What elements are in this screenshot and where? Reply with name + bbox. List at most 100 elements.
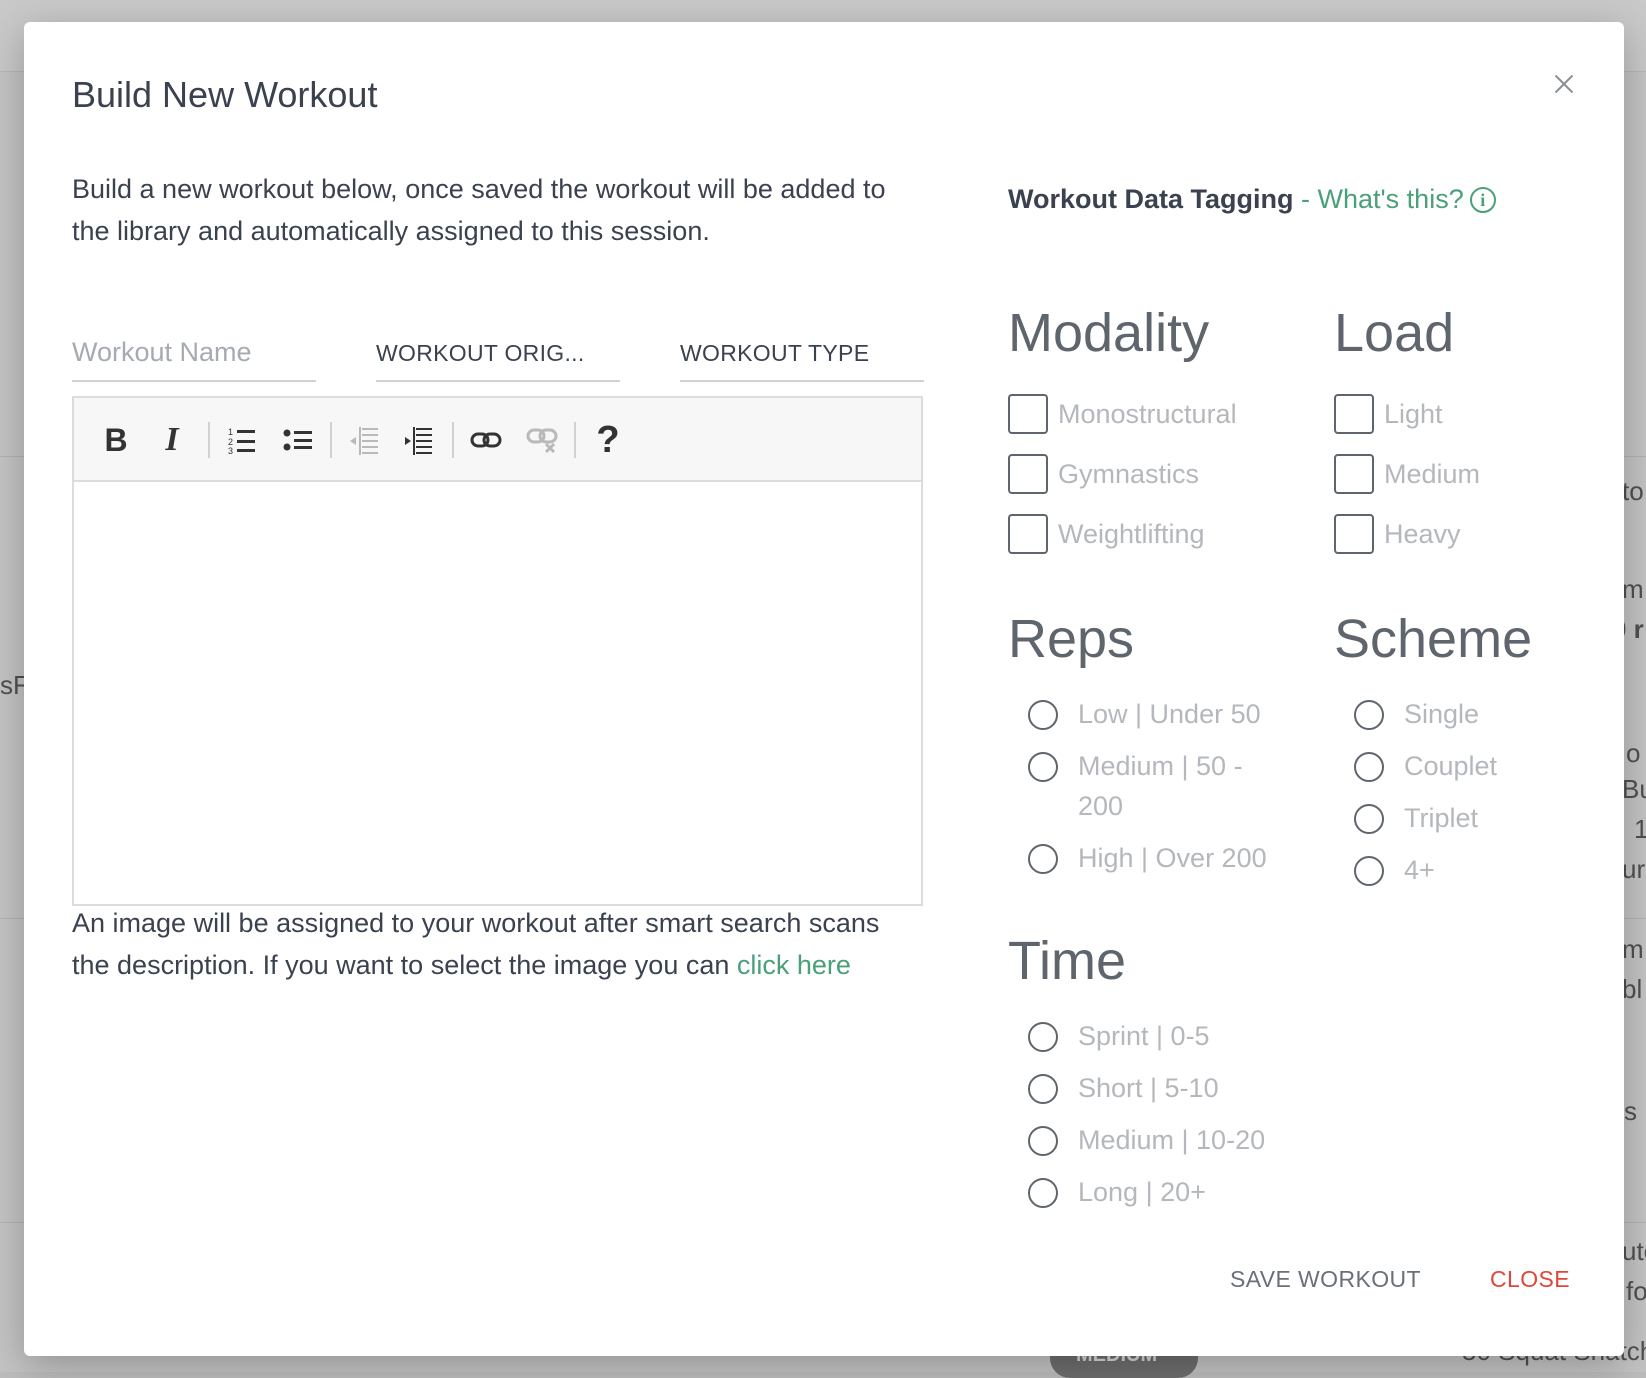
radio-circle: [1354, 804, 1384, 834]
tagging-header: Workout Data Tagging - What's this? i: [1008, 184, 1496, 215]
toolbar-divider: [330, 422, 332, 458]
radio-circle: [1028, 1022, 1058, 1052]
checkbox-heavy[interactable]: Heavy: [1334, 514, 1461, 554]
background-text: ute: [1622, 1236, 1646, 1266]
load-heading: Load: [1334, 303, 1455, 363]
svg-text:3: 3: [228, 446, 233, 455]
modality-heading: Modality: [1008, 303, 1210, 363]
checkbox-gymnastics[interactable]: Gymnastics: [1008, 454, 1199, 494]
svg-text:1: 1: [228, 427, 233, 437]
radio-label: Medium | 50 - 200: [1078, 751, 1243, 821]
radio-circle: [1028, 700, 1058, 730]
checkbox-label: Gymnastics: [1058, 458, 1200, 489]
checkbox-label: Monostructural: [1058, 398, 1237, 429]
checkbox-box: [1008, 514, 1048, 554]
background-text: 1: [1634, 814, 1646, 844]
background-text: s: [1624, 1096, 1637, 1126]
info-icon[interactable]: i: [1469, 187, 1496, 213]
time-heading: Time: [1008, 931, 1126, 991]
ordered-list-icon[interactable]: 123: [220, 418, 264, 462]
close-button[interactable]: CLOSE: [1490, 1266, 1570, 1293]
radio-label: Single: [1404, 699, 1480, 729]
whats-this-link[interactable]: What's this?: [1318, 184, 1464, 214]
checkbox-light[interactable]: Light: [1334, 394, 1443, 434]
italic-icon[interactable]: I: [150, 418, 194, 462]
background-text: ur: [1622, 854, 1646, 884]
radio-reps-low[interactable]: Low | Under 50: [1028, 698, 1261, 734]
radio-reps-medium[interactable]: Medium | 50 - 200: [1028, 750, 1268, 826]
tagging-separator: -: [1293, 184, 1318, 214]
radio-time-medium[interactable]: Medium | 10-20: [1028, 1124, 1265, 1160]
radio-time-short[interactable]: Short | 5-10: [1028, 1072, 1219, 1108]
workout-origin-label: WORKOUT ORIG...: [376, 340, 585, 366]
checkbox-label: Medium: [1384, 458, 1481, 489]
unlink-icon[interactable]: [520, 418, 564, 462]
radio-label: Couplet: [1404, 751, 1498, 781]
background-text: o: [1626, 738, 1641, 768]
radio-time-sprint[interactable]: Sprint | 0-5: [1028, 1020, 1210, 1056]
radio-scheme-single[interactable]: Single: [1354, 698, 1479, 734]
toolbar-divider: [208, 422, 210, 458]
save-workout-button[interactable]: SAVE WORKOUT: [1230, 1266, 1421, 1293]
click-here-link[interactable]: click here: [737, 950, 851, 980]
checkbox-box: [1334, 394, 1374, 434]
background-text: m: [1622, 934, 1644, 964]
close-icon[interactable]: [1544, 64, 1584, 104]
background-text: Bu: [1622, 774, 1646, 804]
checkbox-monostructural[interactable]: Monostructural: [1008, 394, 1237, 434]
checkbox-box: [1334, 514, 1374, 554]
checkbox-box: [1334, 454, 1374, 494]
radio-circle: [1354, 700, 1384, 730]
radio-circle: [1354, 856, 1384, 886]
checkbox-box: [1008, 394, 1048, 434]
scheme-heading: Scheme: [1334, 609, 1533, 669]
tagging-title: Workout Data Tagging: [1008, 184, 1294, 214]
workout-name-field: [72, 322, 316, 382]
radio-circle: [1028, 1178, 1058, 1208]
radio-scheme-triplet[interactable]: Triplet: [1354, 802, 1478, 838]
background-text: bl: [1622, 974, 1643, 1004]
background-text: to: [1622, 476, 1644, 506]
description-editor: B I 123 ?: [72, 396, 923, 906]
checkbox-label: Light: [1384, 398, 1443, 429]
radio-circle: [1028, 1126, 1058, 1156]
radio-label: Triplet: [1404, 803, 1479, 833]
checkbox-label: Heavy: [1384, 518, 1461, 549]
bold-icon[interactable]: B: [94, 418, 138, 462]
toolbar-divider: [452, 422, 454, 458]
radio-circle: [1028, 844, 1058, 874]
background-text: m: [1622, 574, 1644, 604]
checkbox-box: [1008, 454, 1048, 494]
editor-toolbar: B I 123 ?: [74, 398, 921, 482]
indent-icon[interactable]: [396, 418, 440, 462]
radio-scheme-4plus[interactable]: 4+: [1354, 854, 1435, 890]
radio-label: Sprint | 0-5: [1078, 1021, 1210, 1051]
image-note: An image will be assigned to your workou…: [72, 902, 922, 986]
build-workout-modal: Build New Workout Build a new workout be…: [24, 22, 1624, 1356]
workout-type-label: WORKOUT TYPE: [680, 340, 870, 366]
checkbox-label: Weightlifting: [1058, 518, 1205, 549]
link-icon[interactable]: [464, 418, 508, 462]
radio-circle: [1354, 752, 1384, 782]
background-text: fo: [1626, 1276, 1646, 1306]
radio-label: Short | 5-10: [1078, 1073, 1219, 1103]
modal-title: Build New Workout: [72, 74, 378, 115]
workout-type-select[interactable]: WORKOUT TYPE: [680, 322, 924, 382]
intro-text: Build a new workout below, once saved th…: [72, 174, 886, 246]
checkbox-medium[interactable]: Medium: [1334, 454, 1480, 494]
radio-label: High | Over 200: [1078, 843, 1267, 873]
radio-time-long[interactable]: Long | 20+: [1028, 1176, 1206, 1212]
editor-content-area[interactable]: [74, 482, 921, 902]
checkbox-weightlifting[interactable]: Weightlifting: [1008, 514, 1205, 554]
workout-origin-select[interactable]: WORKOUT ORIG...: [376, 322, 620, 382]
unordered-list-icon[interactable]: [276, 418, 320, 462]
radio-scheme-couplet[interactable]: Couplet: [1354, 750, 1497, 786]
outdent-icon[interactable]: [342, 418, 386, 462]
workout-name-input[interactable]: [72, 326, 316, 378]
radio-circle: [1028, 752, 1058, 782]
help-icon[interactable]: ?: [586, 418, 630, 462]
radio-circle: [1028, 1074, 1058, 1104]
radio-label: 4+: [1404, 855, 1435, 885]
radio-reps-high[interactable]: High | Over 200: [1028, 842, 1267, 878]
radio-label: Low | Under 50: [1078, 699, 1261, 729]
